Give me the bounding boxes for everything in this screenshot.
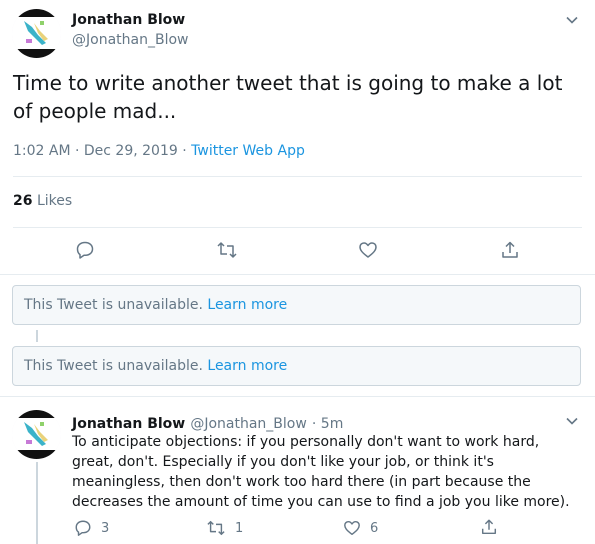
unavailable-text: This Tweet is unavailable. — [24, 297, 203, 313]
unavailable-tweet: This Tweet is unavailable. Learn more — [12, 346, 581, 386]
author-avatar[interactable] — [12, 9, 61, 58]
unavailable-text: This Tweet is unavailable. — [24, 358, 203, 374]
avatar-image — [12, 9, 61, 58]
chevron-down-icon[interactable] — [565, 414, 579, 428]
reply-text: To anticipate objections: if you persona… — [72, 434, 570, 510]
reply-timestamp[interactable]: · 5m — [312, 416, 343, 432]
tweet-text: Time to write another tweet that is goin… — [13, 71, 563, 123]
thread-line — [36, 462, 38, 544]
chevron-down-icon[interactable] — [565, 13, 579, 27]
reply-header: Jonathan Blow @Jonathan_Blow · 5m — [72, 413, 343, 432]
learn-more-link[interactable]: Learn more — [207, 297, 287, 313]
share-icon[interactable] — [480, 518, 498, 536]
reply-count: 3 — [101, 520, 110, 536]
unavailable-tweet: This Tweet is unavailable. Learn more — [12, 285, 581, 325]
likes-label: Likes — [36, 193, 73, 209]
likes-stat[interactable]: 26 Likes — [13, 193, 72, 209]
author-handle[interactable]: @Jonathan_Blow — [72, 32, 188, 48]
likes-count: 26 — [13, 193, 33, 209]
retweet-icon[interactable] — [216, 240, 238, 260]
reply-author-handle[interactable]: @Jonathan_Blow — [190, 416, 306, 432]
like-icon[interactable] — [358, 240, 378, 260]
tweet-source-app[interactable]: Twitter Web App — [191, 143, 305, 159]
reply-action-retweet[interactable]: 1 — [206, 519, 243, 537]
author-name[interactable]: Jonathan Blow — [72, 12, 185, 28]
learn-more-link[interactable]: Learn more — [207, 358, 287, 374]
like-count: 6 — [370, 520, 379, 536]
avatar-image — [12, 410, 61, 459]
divider — [0, 396, 595, 397]
reply-icon[interactable] — [75, 240, 95, 260]
retweet-icon[interactable] — [206, 519, 226, 537]
like-icon[interactable] — [343, 519, 361, 537]
divider — [0, 274, 595, 275]
reply-action-reply[interactable]: 3 — [74, 519, 109, 537]
divider — [13, 176, 582, 177]
thread-line — [36, 330, 38, 342]
meta-separator: · — [177, 143, 192, 159]
share-icon[interactable] — [500, 240, 520, 260]
reply-action-like[interactable]: 6 — [343, 519, 378, 537]
reply-icon[interactable] — [74, 519, 92, 537]
divider — [13, 227, 582, 228]
retweet-count: 1 — [235, 520, 244, 536]
tweet-timestamp[interactable]: 1:02 AM · Dec 29, 2019 — [13, 143, 178, 159]
tweet-meta: 1:02 AM · Dec 29, 2019 · Twitter Web App — [13, 143, 305, 159]
reply-author-avatar[interactable] — [12, 410, 61, 459]
reply-author-name[interactable]: Jonathan Blow — [72, 416, 185, 432]
